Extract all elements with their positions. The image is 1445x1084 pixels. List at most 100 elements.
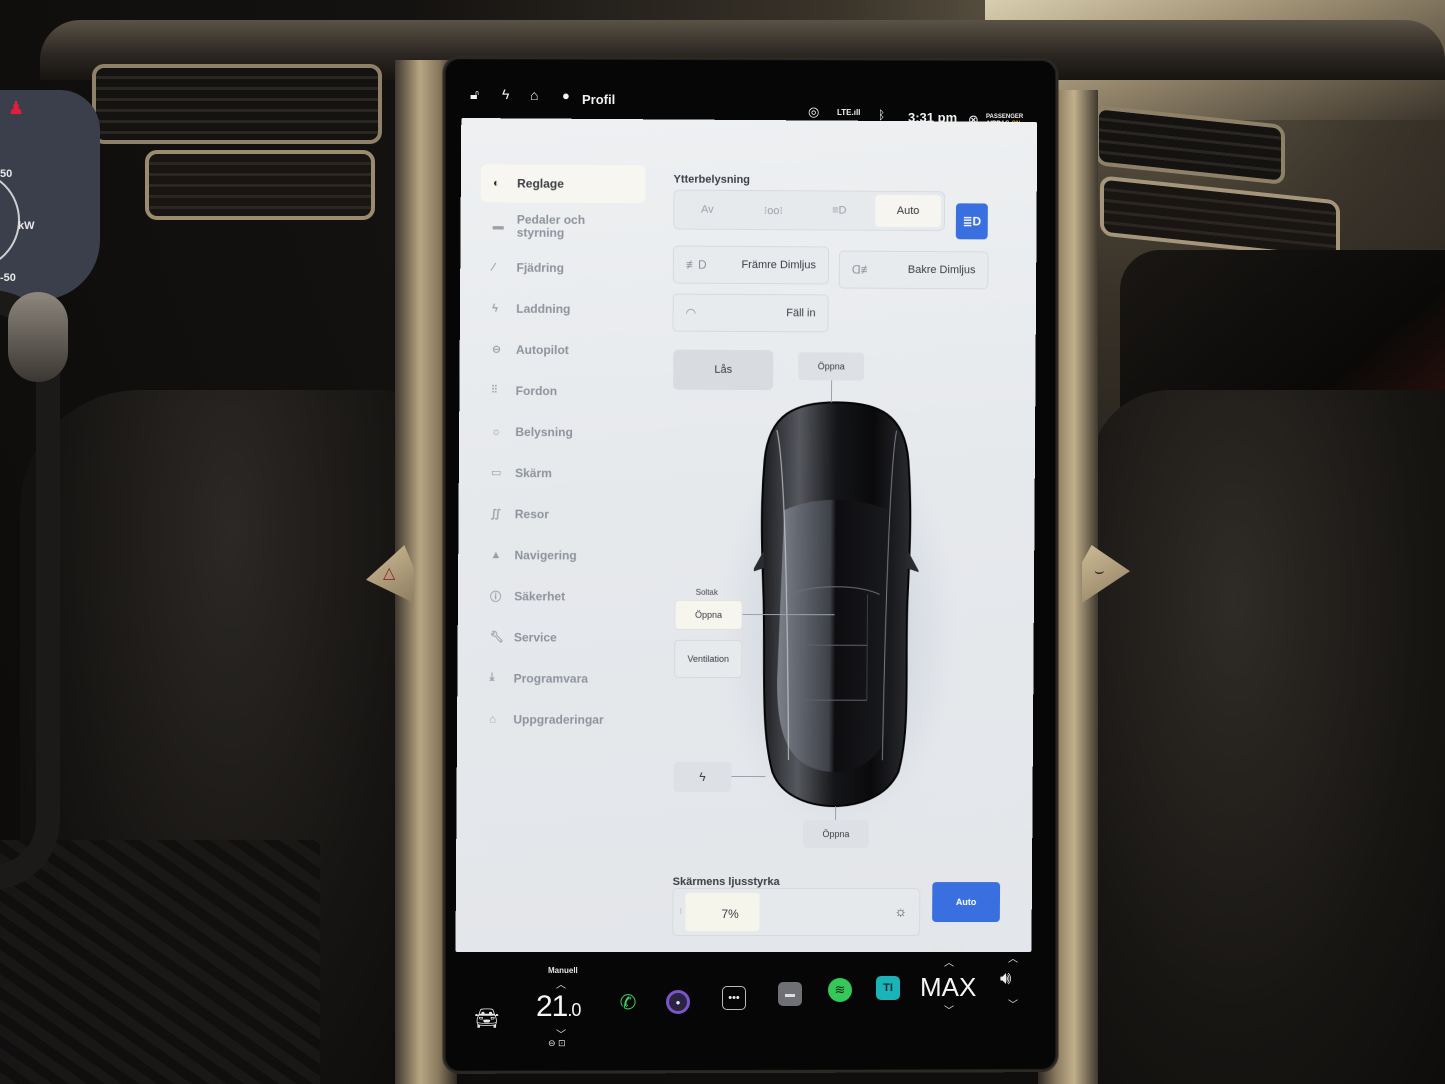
- sidebar-item-laddning[interactable]: ϟ Laddning: [480, 288, 645, 330]
- passenger-seat: [1090, 390, 1445, 1084]
- lock-icon[interactable]: 🔓︎: [470, 86, 479, 103]
- front-fog-label: Främre Dimljus: [741, 258, 816, 272]
- brightness-slider[interactable]: ⁝ 7% ☼: [672, 887, 921, 937]
- camera-icon[interactable]: ●: [666, 990, 690, 1014]
- brightness-auto-button[interactable]: Auto: [932, 882, 1001, 923]
- seat-heater-icon[interactable]: ⊖ ⊡: [548, 1038, 566, 1049]
- fold-mirrors-button[interactable]: ◠ Fäll in: [672, 293, 829, 333]
- hazard-icon: △: [383, 565, 396, 582]
- sentry-icon[interactable]: ◎: [808, 104, 819, 120]
- fan-speed-value[interactable]: MAX: [920, 972, 976, 1003]
- homelink-icon[interactable]: ⌂: [530, 87, 538, 103]
- brightness-value: 7%: [721, 907, 739, 922]
- toybox-icon[interactable]: ▬: [778, 982, 802, 1006]
- bottom-dock: 🚘︎ Manuell ︿ 21.0 ﹀ ⊖ ⊡ ✆ ● ••• ▬ ≋ TI M…: [458, 944, 1048, 1056]
- trunk-open-button[interactable]: Öppna: [802, 820, 869, 849]
- glovebox-icon: ⌣: [1094, 563, 1105, 580]
- high-beam-button[interactable]: ≣D: [955, 203, 988, 240]
- charge-port-icon: ϟ: [699, 769, 706, 784]
- rear-fog-button[interactable]: Ɑ≢ Bakre Dimljus: [838, 250, 989, 290]
- sidebar-item-label: Programvara: [513, 671, 588, 686]
- sidebar-item-uppgraderingar[interactable]: ⌂ Uppgraderingar: [477, 698, 642, 739]
- sidebar-item-autopilot[interactable]: ⊖ Autopilot: [480, 329, 645, 371]
- profile-button[interactable]: Profil: [582, 92, 615, 107]
- air-vent-left-upper: [92, 64, 382, 144]
- wrench-icon: 🔧︎: [489, 631, 504, 644]
- person-icon[interactable]: ●: [562, 88, 570, 103]
- lock-button[interactable]: Lås: [673, 349, 774, 391]
- car-icon: ▬: [492, 219, 504, 233]
- sidebar-item-label: Resor: [514, 506, 549, 521]
- rear-fog-icon: Ɑ≢: [851, 262, 873, 277]
- navigation-icon: ▲: [490, 548, 502, 561]
- cluster-unit-label: kW: [18, 220, 35, 232]
- temperature-decimal: .0: [567, 1000, 581, 1020]
- air-vent-left-lower: [145, 150, 375, 220]
- parking-lights-option[interactable]: ⁝oo⁝: [740, 191, 806, 229]
- sidebar-item-label: Säkerhet: [514, 588, 566, 604]
- mirror-icon: ◠: [685, 305, 697, 320]
- volume-up-chevron-icon[interactable]: ︿: [1008, 950, 1018, 965]
- sidebar-item-label: Belysning: [515, 424, 573, 439]
- climate-mode-label: Manuell: [548, 966, 578, 975]
- volume-down-chevron-icon[interactable]: ﹀: [1008, 996, 1018, 1011]
- sidebar-item-label: Fjädring: [516, 260, 565, 275]
- sidebar-item-label: Uppgraderingar: [513, 712, 604, 727]
- headlight-auto-option[interactable]: Auto: [875, 194, 942, 228]
- cabin-temperature[interactable]: 21.0: [536, 990, 581, 1024]
- sidebar-item-reglage[interactable]: ◐ Reglage: [480, 164, 646, 204]
- sidebar-item-label: Reglage: [517, 176, 565, 191]
- low-beam-option[interactable]: ≡D: [806, 191, 872, 229]
- sidebar-item-fjadring[interactable]: ⁄ Fjädring: [480, 246, 645, 288]
- sidebar-item-label: Service: [513, 629, 557, 645]
- fan-up-chevron-icon[interactable]: ︿: [944, 954, 954, 969]
- sunroof-vent-button[interactable]: Ventilation: [674, 639, 743, 678]
- fold-mirrors-label: Fäll in: [786, 307, 816, 320]
- instrument-cluster: ♟ 50 kW -50: [0, 90, 100, 300]
- sidebar-item-belysning[interactable]: ☼ Belysning: [479, 411, 644, 453]
- sidebar-item-programvara[interactable]: ⤓ Programvara: [477, 657, 642, 698]
- sidebar-item-label: Fordon: [515, 383, 558, 398]
- sidebar-item-service[interactable]: 🔧︎ Service: [478, 616, 643, 657]
- charge-port-button[interactable]: ϟ: [673, 761, 732, 792]
- floor-mat: [0, 840, 320, 1084]
- fan-down-chevron-icon[interactable]: ﹀: [944, 1002, 954, 1017]
- charge-port-leader-line: [731, 775, 766, 778]
- sidebar-item-pedaler[interactable]: ▬ Pedaler och styrning: [481, 206, 646, 247]
- temp-up-chevron-icon[interactable]: ︿: [556, 976, 566, 991]
- more-icon[interactable]: •••: [722, 986, 746, 1010]
- rear-fog-label: Bakre Dimljus: [907, 263, 976, 277]
- phone-icon[interactable]: ✆: [616, 990, 640, 1014]
- spotify-icon[interactable]: ≋: [828, 978, 852, 1002]
- steering-wheel-icon: ⊖: [491, 343, 502, 356]
- sidebar-item-navigering[interactable]: ▲ Navigering: [478, 534, 643, 576]
- steering-stalk: [8, 292, 68, 382]
- front-fog-button[interactable]: ≢D Främre Dimljus: [672, 245, 830, 285]
- display-icon: ▭: [490, 466, 502, 480]
- bluetooth-icon[interactable]: ᛒ: [878, 108, 885, 122]
- high-beam-icon: ≣D: [962, 214, 982, 229]
- cluster-upper-label: 50: [0, 168, 13, 180]
- sidebar-item-skarm[interactable]: ▭ Skärm: [479, 452, 644, 494]
- sidebar-item-sakerhet[interactable]: ⓘ Säkerhet: [478, 575, 643, 617]
- exterior-lighting-title: Ytterbelysning: [673, 173, 751, 187]
- headlight-off-option[interactable]: Av: [674, 191, 740, 229]
- cluster-lower-label: -50: [0, 272, 16, 284]
- sunroof-open-button[interactable]: Öppna: [674, 599, 743, 630]
- lightning-icon: ϟ: [492, 302, 499, 315]
- frunk-open-button[interactable]: Öppna: [798, 352, 865, 381]
- trips-icon: ∬: [490, 508, 501, 521]
- tidal-icon[interactable]: TI: [876, 976, 900, 1000]
- brightness-sun-icon: ☼: [894, 903, 908, 920]
- sidebar-item-fordon[interactable]: ⫶⫶ Fordon: [479, 370, 644, 412]
- controls-panel: ◐ Reglage ▬ Pedaler och styrning ⁄ Fjädr…: [455, 117, 1038, 953]
- slider-grip-icon: ⁝: [679, 907, 681, 917]
- lightning-icon[interactable]: ϟ: [502, 86, 509, 102]
- air-vent-right-lower: [1100, 175, 1340, 261]
- sidebar-item-resor[interactable]: ∬ Resor: [478, 493, 643, 535]
- car-icon[interactable]: 🚘︎: [474, 1006, 499, 1031]
- volume-icon[interactable]: 🔊︎: [1000, 968, 1011, 989]
- alert-circle-icon: ⓘ: [490, 590, 502, 603]
- sidebar-item-label: Laddning: [516, 301, 571, 316]
- low-beam-icon: ≡D: [832, 204, 847, 217]
